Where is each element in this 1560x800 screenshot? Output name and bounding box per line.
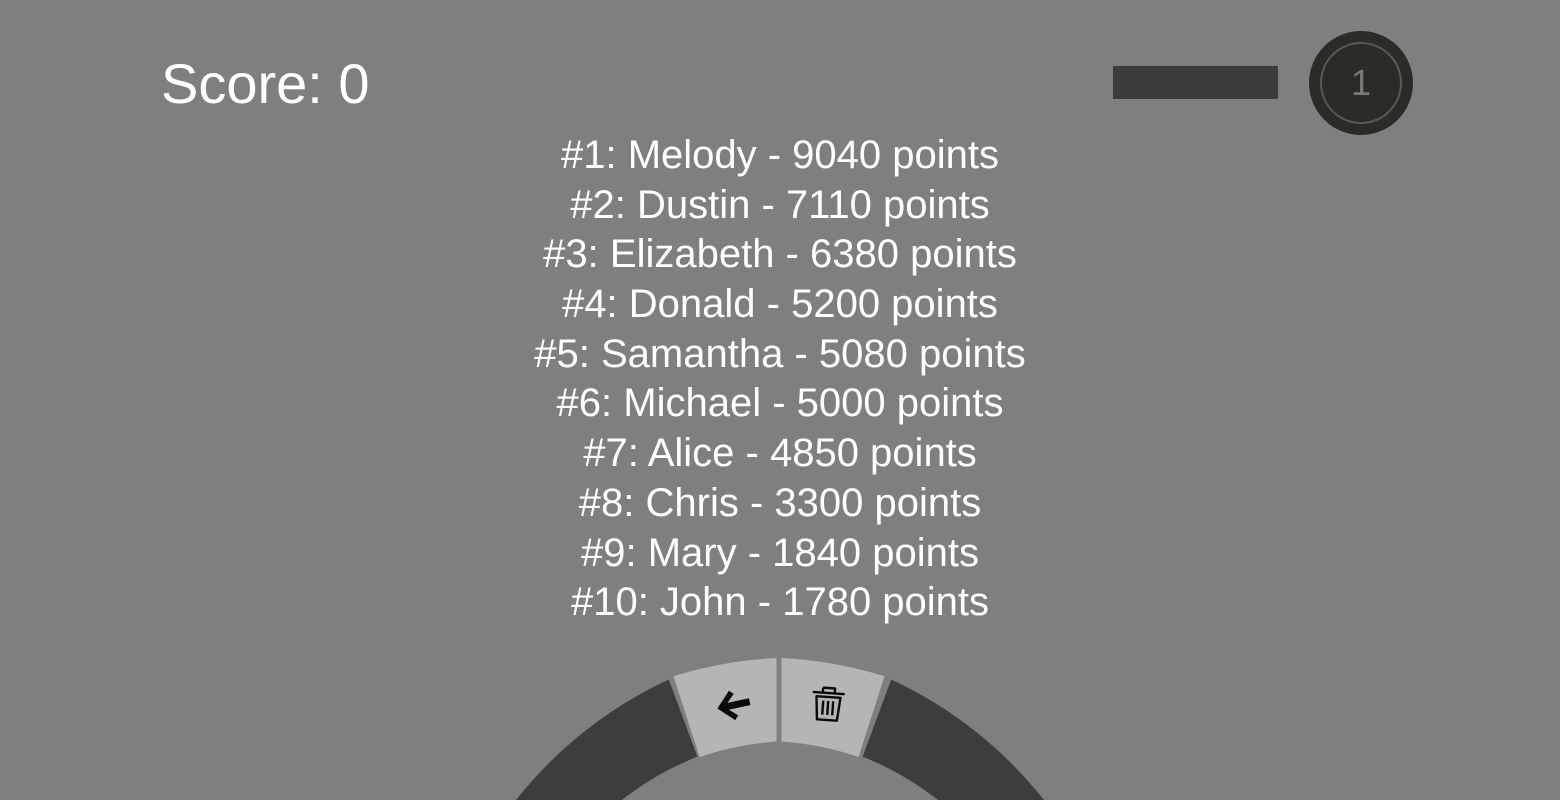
radial-menu-right-segment: [862, 679, 1044, 800]
radial-menu-left-segment: [516, 679, 698, 800]
radial-menu: [516, 658, 1044, 800]
